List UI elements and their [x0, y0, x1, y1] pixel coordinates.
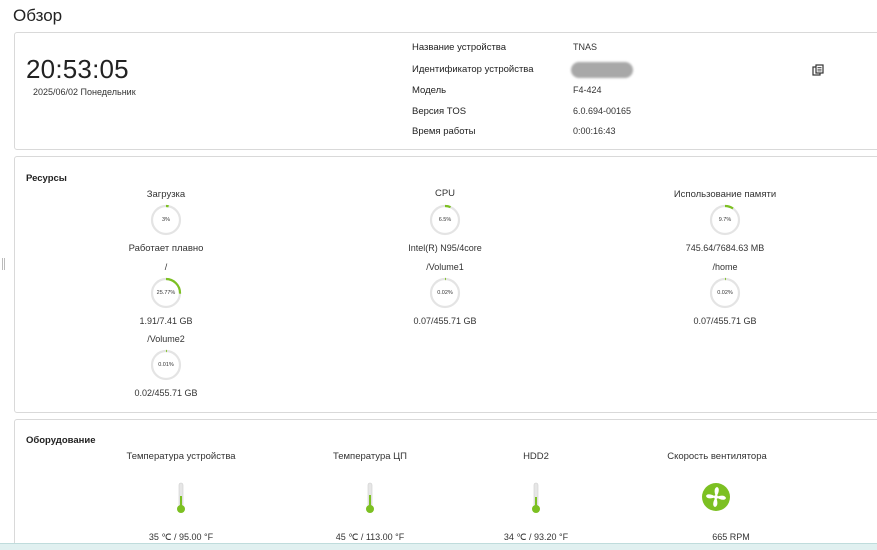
volume1-usage: 0.07/455.71 GB [413, 316, 477, 326]
thermometer-icon [531, 482, 541, 514]
device-id-redacted [571, 62, 633, 78]
load-status: Работает плавно [128, 243, 204, 254]
hardware-title: Оборудование [26, 435, 96, 446]
device-temp-label: Температура устройства [126, 451, 236, 462]
memory-percent: 9.7% [718, 217, 732, 223]
load-percent: 3% [162, 217, 170, 223]
load-label: Загрузка [146, 189, 186, 200]
root-gauge: 25.77% [149, 276, 183, 310]
resources-card: Ресурсы Загрузка 3% Работает плавно CPU … [14, 156, 877, 413]
root-label: / [164, 262, 168, 272]
thermometer-icon [365, 482, 375, 514]
page-title: Обзор [13, 6, 63, 25]
hdd2-label: HDD2 [523, 451, 549, 462]
tos-version-label: Версия TOS [412, 106, 467, 117]
root-percent: 25.77% [156, 290, 176, 296]
load-gauge: 3% [149, 203, 183, 237]
home-percent: 0.02% [717, 290, 733, 296]
model-value: F4-424 [573, 85, 602, 95]
home-usage: 0.07/455.71 GB [693, 316, 757, 326]
uptime-label: Время работы [412, 126, 476, 137]
volume2-percent: 0.01% [158, 362, 174, 368]
clock: 20:53:05 [26, 54, 129, 84]
fan-speed-label: Скорость вентилятора [667, 451, 767, 462]
cpu-percent: 6.5% [438, 217, 452, 223]
bottom-bar [0, 543, 877, 550]
home-gauge: 0.02% [708, 276, 742, 310]
fan-speed-value: 665 RPM [712, 532, 750, 542]
system-info-card: 20:53:05 2025/06/02 Понедельник Название… [14, 32, 877, 150]
cpu-label: CPU [434, 188, 456, 199]
device-id-label: Идентификатор устройства [412, 64, 534, 75]
volume2-usage: 0.02/455.71 GB [134, 388, 198, 398]
resources-title: Ресурсы [26, 173, 67, 184]
cpu-gauge: 6.5% [428, 203, 462, 237]
date: 2025/06/02 Понедельник [33, 87, 136, 97]
device-name-value: TNAS [573, 42, 598, 52]
cpu-model: Intel(R) N95/4core [408, 243, 482, 253]
memory-label: Использование памяти [673, 189, 777, 200]
tos-version-value: 6.0.694-00165 [573, 106, 632, 116]
device-name-label: Название устройства [412, 42, 507, 53]
volume1-gauge: 0.02% [428, 276, 462, 310]
device-temp-value: 35 ℃ / 95.00 °F [148, 532, 214, 542]
memory-gauge: 9.7% [708, 203, 742, 237]
root-usage: 1.91/7.41 GB [139, 316, 193, 326]
thermometer-icon [176, 482, 186, 514]
model-label: Модель [412, 85, 447, 96]
volume1-percent: 0.02% [437, 290, 453, 296]
hdd2-temp-value: 34 ℃ / 93.20 °F [503, 532, 569, 542]
uptime-value: 0:00:16:43 [573, 126, 616, 136]
volume2-label: /Volume2 [147, 334, 185, 344]
fan-icon [701, 482, 731, 512]
copy-icon[interactable] [812, 63, 824, 76]
volume1-label: /Volume1 [426, 262, 464, 272]
memory-usage: 745.64/7684.63 MB [685, 243, 765, 253]
home-label: /home [712, 262, 738, 272]
hardware-card: Оборудование Температура устройства 35 ℃… [14, 419, 877, 550]
resize-handle[interactable] [2, 258, 5, 270]
volume2-gauge: 0.01% [149, 348, 183, 382]
